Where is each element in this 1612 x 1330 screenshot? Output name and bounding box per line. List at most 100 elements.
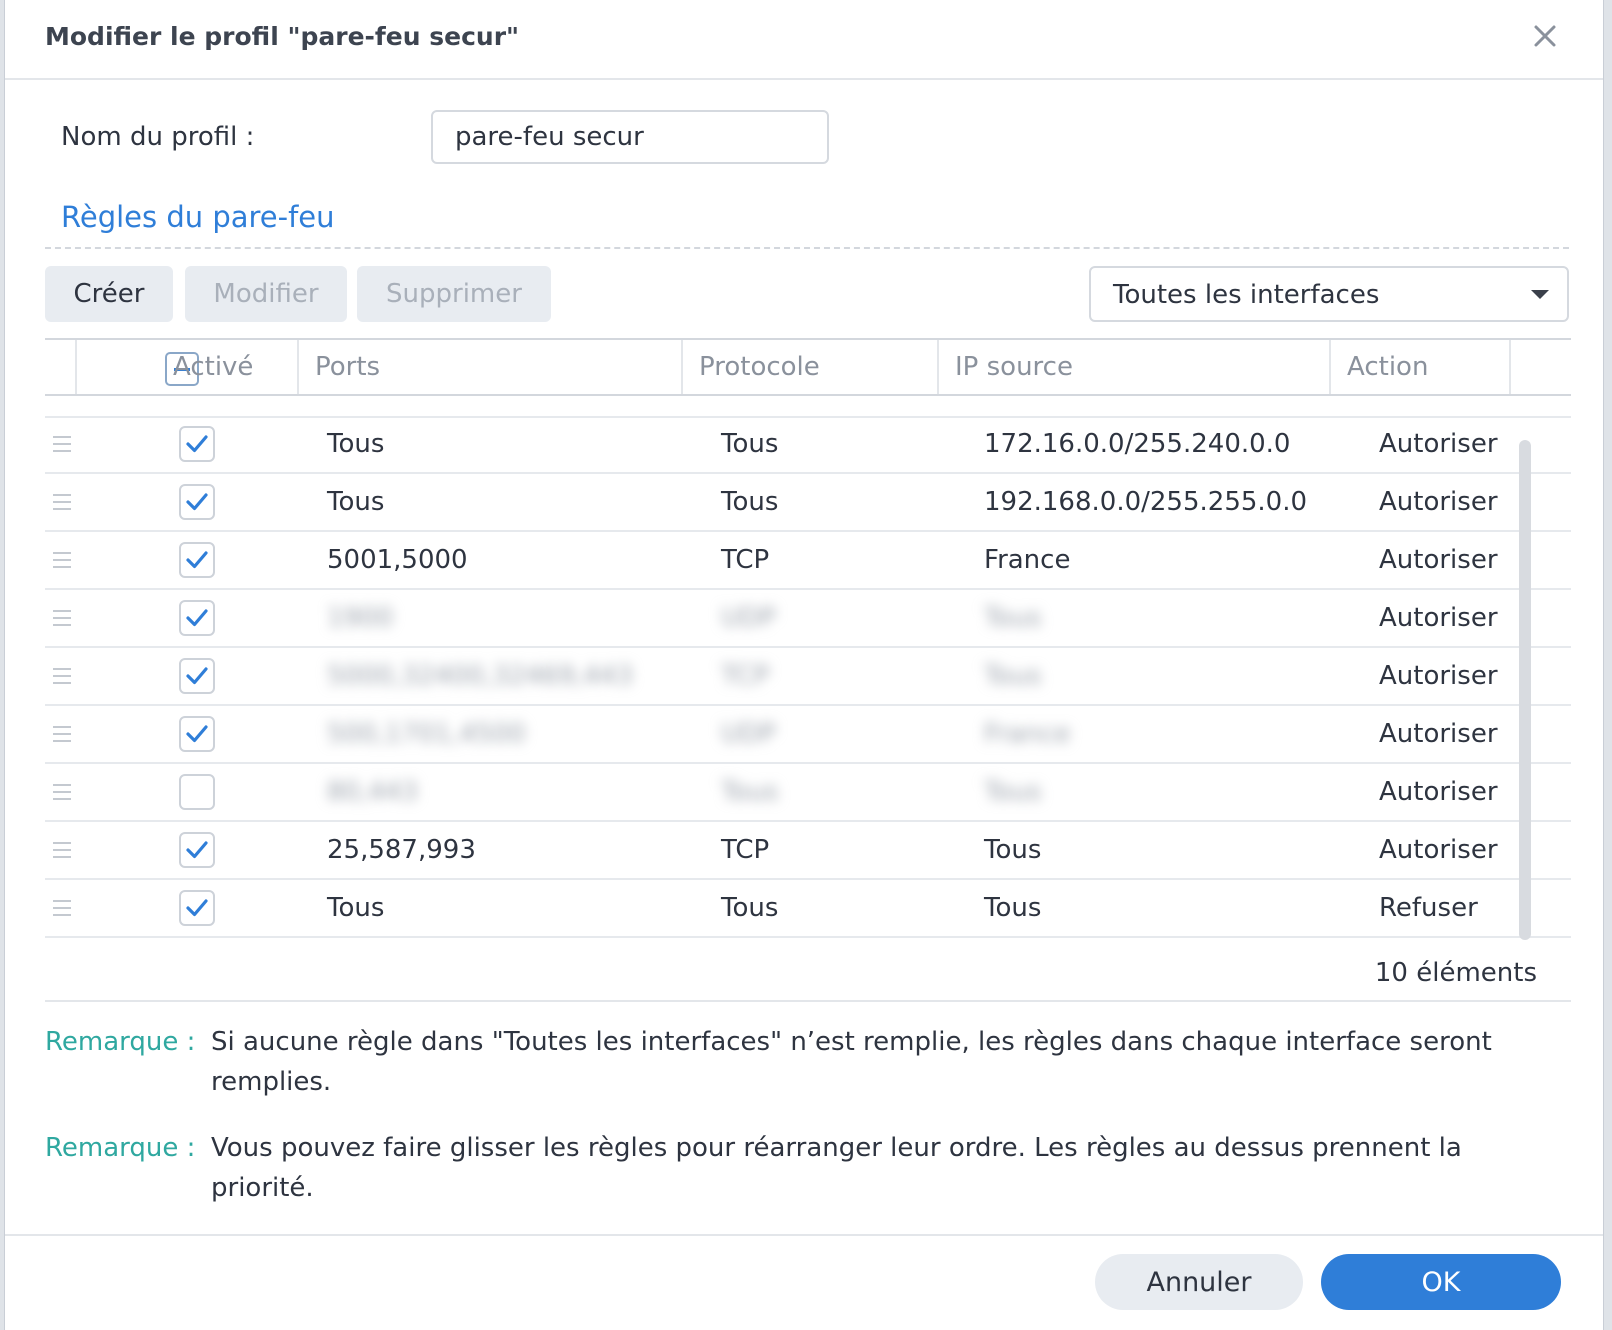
dialog-header: Modifier le profil "pare-feu secur" xyxy=(5,0,1603,80)
item-count: 10 éléments xyxy=(1374,958,1537,988)
cell-protocol: Tous xyxy=(721,777,779,807)
note-text: Vous pouvez faire glisser les règles pou… xyxy=(211,1133,1462,1203)
ok-button[interactable]: OK xyxy=(1321,1254,1561,1310)
cell-action: Autoriser xyxy=(1379,603,1498,633)
close-icon[interactable] xyxy=(1527,18,1563,54)
cell-source-ip: 192.168.0.0/255.255.0.0 xyxy=(984,487,1308,517)
cell-ports: 25,587,993 xyxy=(327,835,476,865)
rule-active-checkbox[interactable] xyxy=(179,716,215,752)
table-footer-divider xyxy=(45,1000,1571,1002)
cell-source-ip: France xyxy=(984,719,1071,749)
cell-ports: 80,443 xyxy=(327,777,418,807)
header-action[interactable]: Action xyxy=(1329,340,1509,394)
note-text: Si aucune règle dans "Toutes les interfa… xyxy=(211,1027,1492,1097)
cell-ports: 1900 xyxy=(327,603,394,633)
cell-protocol: UDP xyxy=(721,603,776,633)
interface-select-value: Toutes les interfaces xyxy=(1113,280,1380,310)
cell-action: Autoriser xyxy=(1379,545,1498,575)
drag-handle-icon[interactable] xyxy=(53,726,71,742)
footer-divider xyxy=(5,1234,1603,1236)
cell-action: Autoriser xyxy=(1379,661,1498,691)
cell-protocol: TCP xyxy=(721,545,770,575)
rule-active-checkbox[interactable] xyxy=(179,658,215,694)
drag-handle-icon[interactable] xyxy=(53,668,71,684)
profile-name-label: Nom du profil : xyxy=(61,122,255,152)
rule-active-checkbox[interactable] xyxy=(179,484,215,520)
rule-active-checkbox[interactable] xyxy=(179,542,215,578)
table-row[interactable]: 25,587,993 TCP Tous Autoriser xyxy=(45,822,1571,880)
cell-source-ip: Tous xyxy=(984,777,1042,807)
cell-ports: Tous xyxy=(327,893,385,923)
cell-ports: Tous xyxy=(327,487,385,517)
rule-active-checkbox[interactable] xyxy=(179,600,215,636)
table-row[interactable]: 5001,5000 TCP France Autoriser xyxy=(45,532,1571,590)
header-protocol[interactable]: Protocole xyxy=(681,340,937,394)
create-button[interactable]: Créer xyxy=(45,266,173,322)
rule-active-checkbox[interactable] xyxy=(179,890,215,926)
table-row[interactable]: Tous Tous Tous Refuser xyxy=(45,880,1571,938)
table-row[interactable]: 500,1701,4500 UDP France Autoriser xyxy=(45,706,1571,764)
drag-handle-icon[interactable] xyxy=(53,610,71,626)
cell-ports: 5000,32400,32469,443 xyxy=(327,661,634,691)
section-divider xyxy=(45,247,1569,249)
rules-table: Activé Ports Protocole IP source Action … xyxy=(45,338,1571,940)
rules-section-title: Règles du pare-feu xyxy=(61,200,335,234)
cell-action: Autoriser xyxy=(1379,719,1498,749)
header-action-label: Action xyxy=(1347,352,1429,382)
header-source-ip[interactable]: IP source xyxy=(937,340,1329,394)
drag-handle-icon[interactable] xyxy=(53,494,71,510)
cell-action: Autoriser xyxy=(1379,487,1498,517)
header-source-ip-label: IP source xyxy=(955,352,1073,382)
note-label: Remarque : xyxy=(45,1027,196,1057)
cell-protocol: Tous xyxy=(721,893,779,923)
delete-button[interactable]: Supprimer xyxy=(357,266,551,322)
rule-active-checkbox[interactable] xyxy=(179,426,215,462)
cell-source-ip: Tous xyxy=(984,835,1042,865)
drag-handle-icon[interactable] xyxy=(53,436,71,452)
table-row[interactable]: 5000,32400,32469,443 TCP Tous Autoriser xyxy=(45,648,1571,706)
table-scrollbar[interactable] xyxy=(1519,440,1531,940)
edit-profile-dialog: Modifier le profil "pare-feu secur" Nom … xyxy=(4,0,1604,1330)
table-row[interactable]: 80,443 Tous Tous Autoriser xyxy=(45,764,1571,822)
cell-source-ip: France xyxy=(984,545,1071,575)
cell-action: Refuser xyxy=(1379,893,1478,923)
drag-handle-icon[interactable] xyxy=(53,900,71,916)
table-row[interactable]: Tous Tous 192.168.0.0/255.255.0.0 Autoriser xyxy=(45,474,1571,532)
cancel-button[interactable]: Annuler xyxy=(1095,1254,1303,1310)
cell-action: Autoriser xyxy=(1379,429,1498,459)
cell-source-ip: 172.16.0.0/255.240.0.0 xyxy=(984,429,1291,459)
cell-source-ip: Tous xyxy=(984,661,1042,691)
cell-protocol: TCP xyxy=(721,835,770,865)
header-protocol-label: Protocole xyxy=(699,352,820,382)
rule-active-checkbox[interactable] xyxy=(179,774,215,810)
drag-handle-icon[interactable] xyxy=(53,842,71,858)
cell-ports: 5001,5000 xyxy=(327,545,468,575)
drag-handle-icon[interactable] xyxy=(53,552,71,568)
header-active-label: Activé xyxy=(173,352,254,382)
note-label: Remarque : xyxy=(45,1133,196,1163)
cell-protocol: UDP xyxy=(721,719,776,749)
interface-select[interactable]: Toutes les interfaces xyxy=(1089,266,1569,322)
drag-handle-icon[interactable] xyxy=(53,784,71,800)
cell-protocol: TCP xyxy=(721,661,770,691)
cell-protocol: Tous xyxy=(721,487,779,517)
table-header: Activé Ports Protocole IP source Action xyxy=(45,338,1571,396)
profile-name-input[interactable] xyxy=(431,110,829,164)
cell-action: Autoriser xyxy=(1379,835,1498,865)
cell-action: Autoriser xyxy=(1379,777,1498,807)
table-row[interactable]: Tous Tous 172.16.0.0/255.240.0.0 Autoriser xyxy=(45,416,1571,474)
cell-source-ip: Tous xyxy=(984,893,1042,923)
chevron-down-icon xyxy=(1531,290,1549,299)
table-body: Tous Tous 172.16.0.0/255.240.0.0 Autoriser T… xyxy=(45,396,1571,940)
header-active[interactable]: Activé xyxy=(75,340,297,394)
table-row-partial xyxy=(45,396,1571,418)
header-ports[interactable]: Ports xyxy=(297,340,681,394)
header-filler xyxy=(1509,340,1571,394)
cell-ports: 500,1701,4500 xyxy=(327,719,526,749)
cell-source-ip: Tous xyxy=(984,603,1042,633)
rule-active-checkbox[interactable] xyxy=(179,832,215,868)
header-ports-label: Ports xyxy=(315,352,381,382)
cell-protocol: Tous xyxy=(721,429,779,459)
table-row[interactable]: 1900 UDP Tous Autoriser xyxy=(45,590,1571,648)
edit-button[interactable]: Modifier xyxy=(185,266,347,322)
